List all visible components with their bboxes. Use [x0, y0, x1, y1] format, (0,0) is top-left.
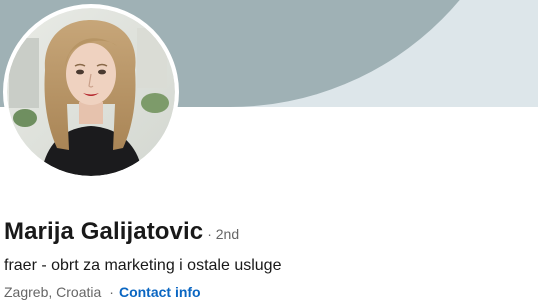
profile-meta: Zagreb, Croatia · Contact info	[4, 284, 201, 300]
connection-degree: · 2nd	[207, 226, 240, 242]
profile-photo	[7, 8, 175, 176]
meta-separator: ·	[109, 284, 114, 300]
contact-info-link[interactable]: Contact info	[119, 284, 201, 300]
avatar[interactable]	[3, 4, 179, 180]
profile-location: Zagreb, Croatia	[4, 284, 102, 300]
profile-headline: fraer - obrt za marketing i ostale uslug…	[4, 257, 282, 274]
name-row: Marija Galijatovic · 2nd	[4, 218, 239, 246]
profile-name: Marija Galijatovic	[4, 218, 204, 245]
